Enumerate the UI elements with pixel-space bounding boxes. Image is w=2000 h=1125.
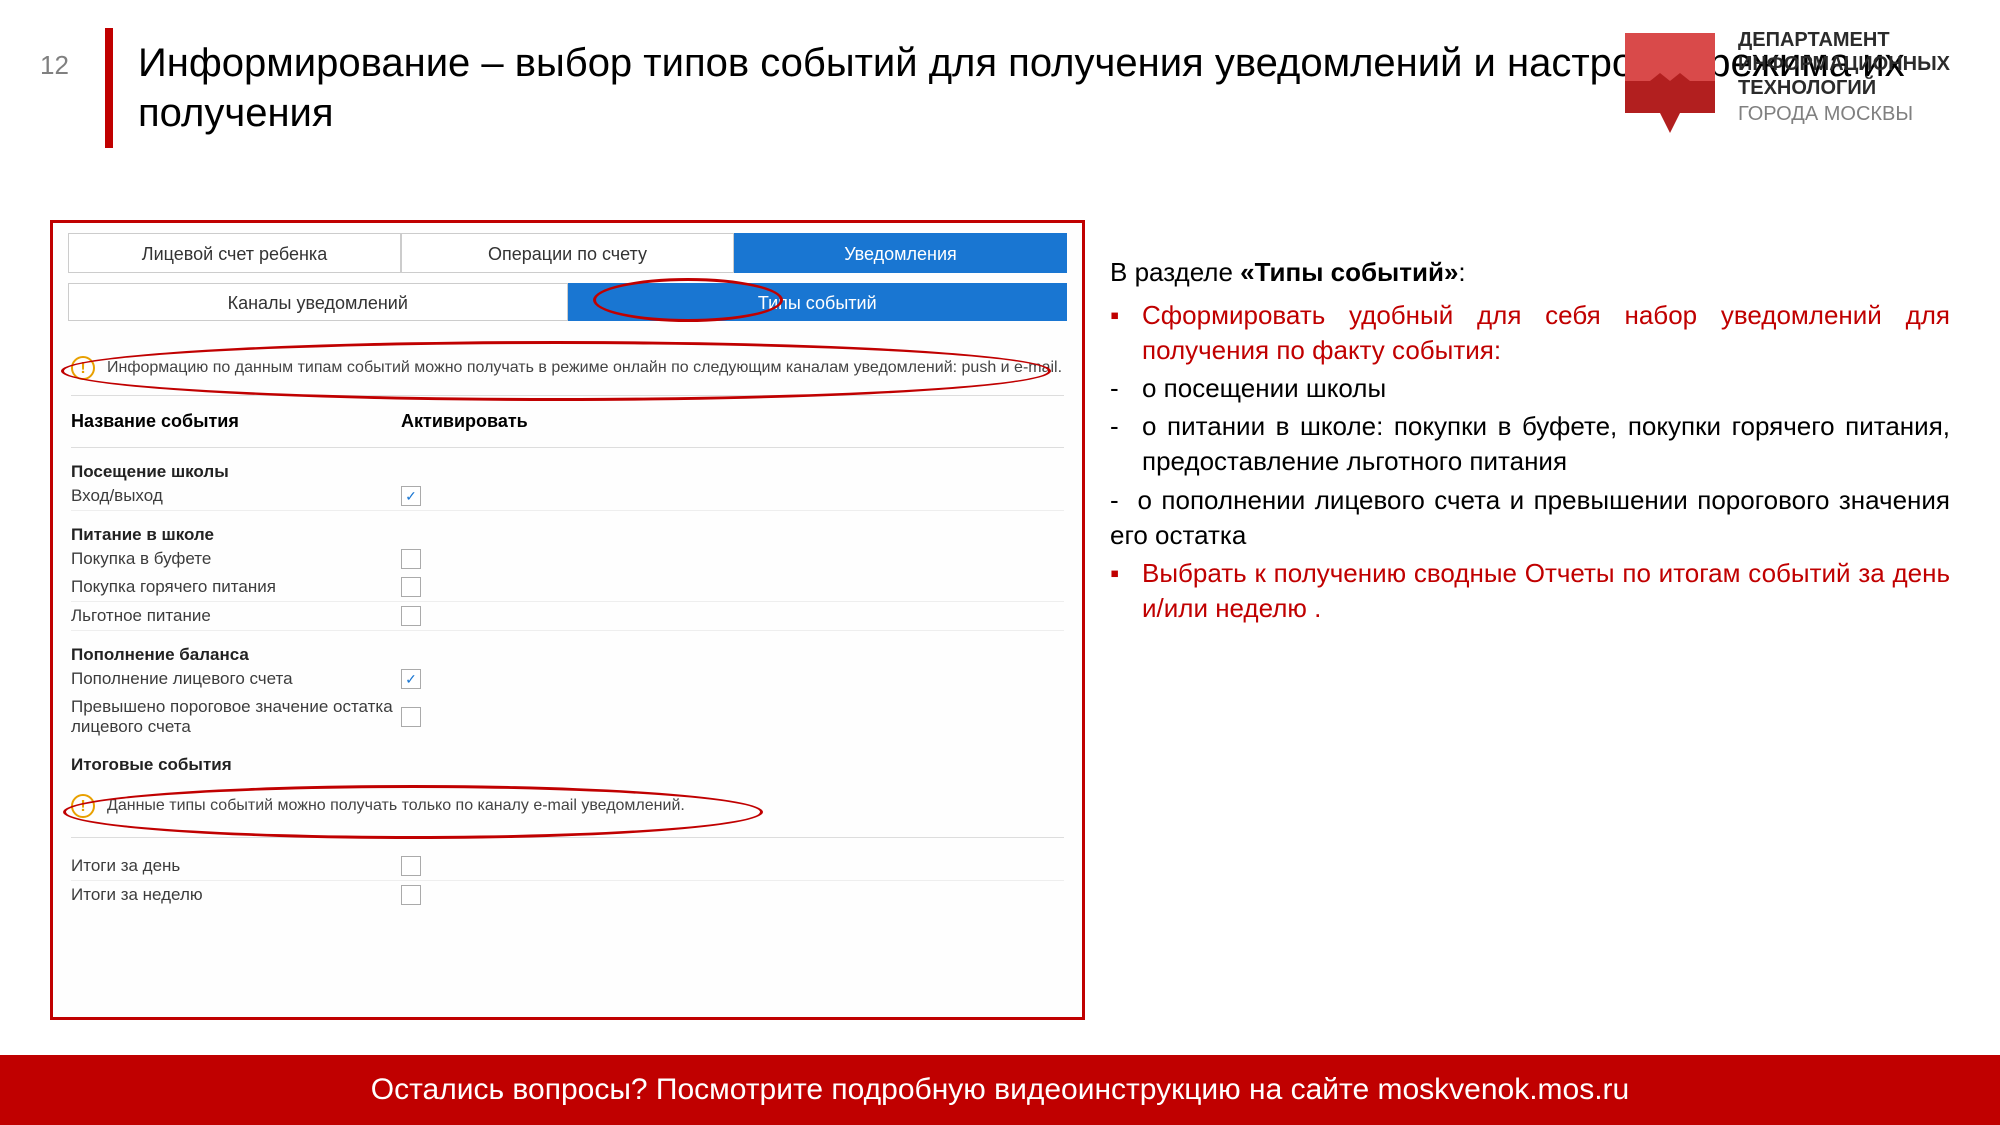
intro-post: : [1458, 257, 1465, 287]
event-label: Покупка горячего питания [71, 577, 401, 597]
event-label: Превышено пороговое значение остатка лиц… [71, 697, 401, 737]
checkbox-entry-exit[interactable] [401, 486, 421, 506]
primary-tabs: Лицевой счет ребенка Операции по счету У… [53, 223, 1082, 273]
event-row: Итоги за день [71, 852, 1064, 881]
logo: ДЕПАРТАМЕНТ ИНФОРМАЦИОННЫХ ТЕХНОЛОГИЙ ГО… [1620, 28, 1950, 133]
checkbox-threshold[interactable] [401, 707, 421, 727]
event-label: Итоги за день [71, 856, 401, 876]
bullet-1-text: Сформировать удобный для себя набор увед… [1142, 298, 1950, 368]
tab-channels[interactable]: Каналы уведомлений [68, 283, 568, 321]
event-label: Льготное питание [71, 606, 401, 626]
alert-text: Информацию по данным типам событий можно… [107, 359, 1062, 376]
logo-line1: ДЕПАРТАМЕНТ [1738, 28, 1950, 52]
checkbox-topup[interactable] [401, 669, 421, 689]
event-label: Пополнение лицевого счета [71, 669, 401, 689]
logo-line3: ТЕХНОЛОГИЙ [1738, 76, 1950, 100]
dash-3: - о пополнении лицевого счета и превышен… [1110, 483, 1950, 553]
event-row: Покупка в буфете [71, 545, 1064, 573]
footer-banner: Остались вопросы? Посмотрите подробную в… [0, 1055, 2000, 1125]
tab-event-types[interactable]: Типы событий [568, 283, 1068, 321]
group-school-visit: Посещение школы [71, 462, 1064, 482]
intro-bold: «Типы событий» [1240, 257, 1458, 287]
dash-icon: - [1110, 371, 1142, 406]
checkbox-weekly-summary[interactable] [401, 885, 421, 905]
dash-icon: - [1110, 409, 1142, 479]
event-row: Итоги за неделю [71, 881, 1064, 909]
event-row: Льготное питание [71, 602, 1064, 631]
table-header: Название события Активировать [71, 395, 1064, 448]
dash-2-text: о питании в школе: покупки в буфете, пок… [1142, 409, 1950, 479]
explanation-text: В разделе «Типы событий»: ▪ Сформировать… [1110, 255, 1950, 629]
event-row: Пополнение лицевого счета [71, 665, 1064, 693]
bullet-1: ▪ Сформировать удобный для себя набор ув… [1110, 298, 1950, 368]
logo-line4: ГОРОДА МОСКВЫ [1738, 102, 1950, 126]
alert-text: Данные типы событий можно получать тольк… [107, 797, 685, 814]
group-summary: Итоговые события [71, 755, 1064, 775]
checkbox-hot-meal[interactable] [401, 577, 421, 597]
event-label: Итоги за неделю [71, 885, 401, 905]
checkbox-buffet[interactable] [401, 549, 421, 569]
alert-online-channels: ! Информацию по данным типам событий мож… [71, 351, 1064, 385]
bullet-2: ▪ Выбрать к получению сводные Отчеты по … [1110, 556, 1950, 626]
event-row: Вход/выход [71, 482, 1064, 511]
app-screenshot: Лицевой счет ребенка Операции по счету У… [50, 220, 1085, 1020]
event-label: Вход/выход [71, 486, 401, 506]
moscow-dit-logo-icon [1620, 28, 1720, 133]
col-activate: Активировать [401, 411, 528, 432]
checkbox-daily-summary[interactable] [401, 856, 421, 876]
dash-1-text: о посещении школы [1142, 371, 1950, 406]
checkbox-benefit-meal[interactable] [401, 606, 421, 626]
alert-email-only: ! Данные типы событий можно получать тол… [71, 789, 1064, 823]
tab-notifications[interactable]: Уведомления [734, 233, 1067, 273]
event-label: Покупка в буфете [71, 549, 401, 569]
square-bullet-icon: ▪ [1110, 556, 1142, 626]
dash-2: - о питании в школе: покупки в буфете, п… [1110, 409, 1950, 479]
event-row: Превышено пороговое значение остатка лиц… [71, 693, 1064, 741]
dash-3-text: о пополнении лицевого счета и превышении… [1110, 485, 1950, 550]
group-balance: Пополнение баланса [71, 645, 1064, 665]
tab-operations[interactable]: Операции по счету [401, 233, 734, 273]
logo-text: ДЕПАРТАМЕНТ ИНФОРМАЦИОННЫХ ТЕХНОЛОГИЙ ГО… [1738, 28, 1950, 126]
slide-number: 12 [40, 50, 69, 81]
tab-account[interactable]: Лицевой счет ребенка [68, 233, 401, 273]
group-school-meals: Питание в школе [71, 525, 1064, 545]
warning-icon: ! [71, 794, 95, 818]
intro-pre: В разделе [1110, 257, 1240, 287]
col-event-name: Название события [71, 411, 401, 432]
dash-1: - о посещении школы [1110, 371, 1950, 406]
event-row: Покупка горячего питания [71, 573, 1064, 602]
square-bullet-icon: ▪ [1110, 298, 1142, 368]
warning-icon: ! [71, 356, 95, 380]
bullet-2-text: Выбрать к получению сводные Отчеты по ит… [1142, 556, 1950, 626]
secondary-tabs: Каналы уведомлений Типы событий [53, 273, 1082, 321]
logo-line2: ИНФОРМАЦИОННЫХ [1738, 52, 1950, 76]
footer-text: Остались вопросы? Посмотрите подробную в… [371, 1073, 1629, 1107]
dash-icon: - [1110, 485, 1138, 515]
intro-line: В разделе «Типы событий»: [1110, 255, 1950, 290]
